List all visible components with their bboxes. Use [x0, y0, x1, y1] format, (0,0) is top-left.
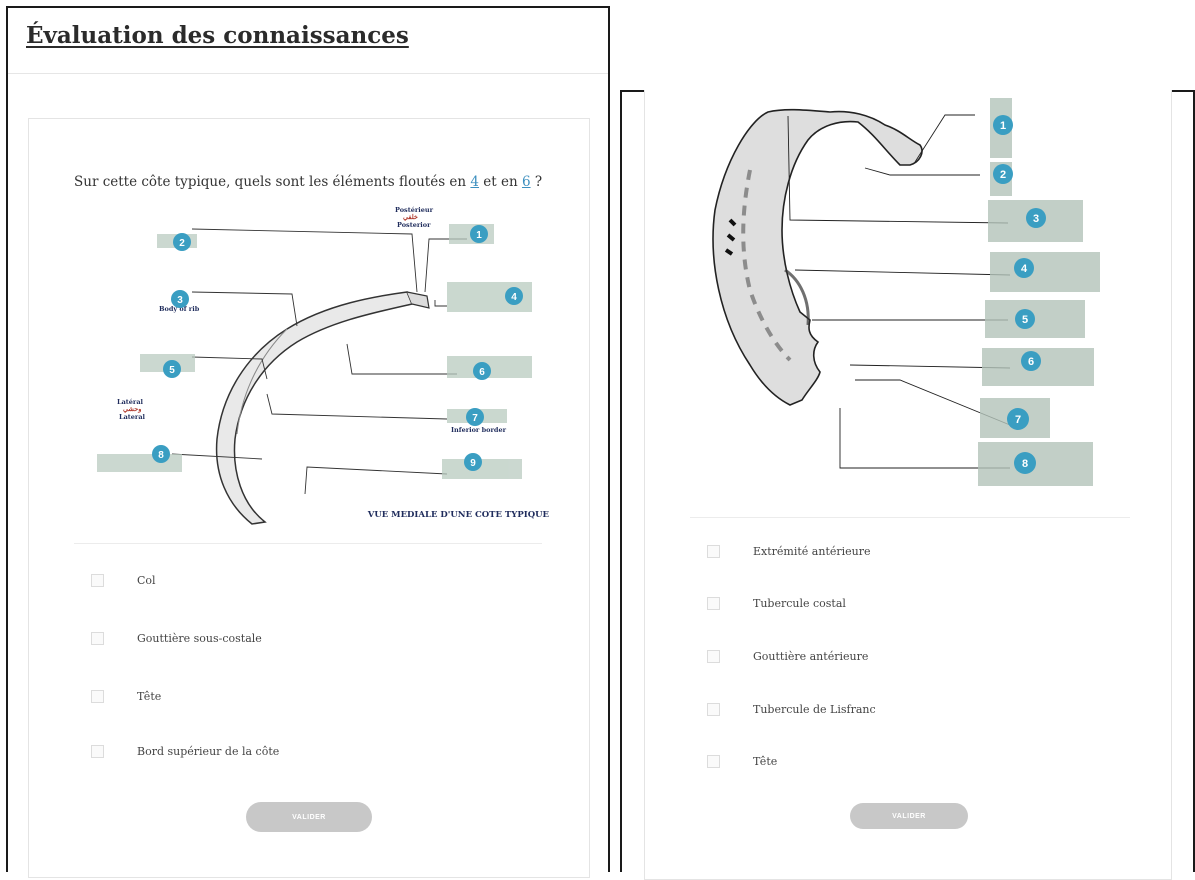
marker-group: 1 2 3 4 5 6 7 8 9 — [152, 225, 523, 471]
marker-3-label: 3 — [1033, 213, 1039, 225]
options-divider — [690, 517, 1130, 518]
option-label: Tête — [753, 755, 778, 768]
marker-8-label: 8 — [1022, 458, 1028, 470]
right-panel: 1 2 3 4 5 6 7 8 Extrémité antérieure Tub… — [620, 90, 1195, 880]
label-inferior-border: Inferior border — [451, 426, 507, 434]
option-checkbox[interactable] — [91, 574, 104, 587]
option-checkbox[interactable] — [707, 650, 720, 663]
marker-8-label: 8 — [158, 450, 164, 461]
rib-diagram-posterior-end: 1 2 3 4 5 6 7 8 — [712, 98, 1100, 486]
marker-2-label: 2 — [179, 238, 185, 249]
validate-button[interactable]: VALIDER — [850, 803, 968, 829]
marker-3-label: 3 — [177, 295, 183, 306]
question-text: Sur cette côte typique, quels sont les é… — [74, 174, 543, 190]
option-checkbox[interactable] — [707, 755, 720, 768]
header-divider — [8, 73, 608, 74]
option-label: Gouttière antérieure — [753, 650, 869, 663]
option-checkbox[interactable] — [91, 632, 104, 645]
option-tubercule-costal[interactable]: Tubercule costal — [707, 597, 846, 610]
option-gouttiere-anterieure[interactable]: Gouttière antérieure — [707, 650, 868, 663]
question-card-scrolled: 1 2 3 4 5 6 7 8 Extrémité antérieure Tub… — [644, 90, 1172, 880]
option-checkbox[interactable] — [707, 703, 720, 716]
marker-2-label: 2 — [1000, 169, 1006, 181]
option-label: Extrémité antérieure — [753, 545, 871, 558]
label-lateral-en: Lateral — [119, 413, 146, 421]
option-checkbox[interactable] — [91, 690, 104, 703]
option-checkbox[interactable] — [91, 745, 104, 758]
marker-7-label: 7 — [472, 413, 478, 424]
marker-4-label: 4 — [1021, 263, 1028, 275]
marker-1-label: 1 — [476, 230, 482, 241]
option-label: Tête — [137, 690, 162, 703]
option-label: Tubercule costal — [753, 597, 846, 610]
option-tete[interactable]: Tête — [707, 755, 777, 768]
question-card: Sur cette côte typique, quels sont les é… — [28, 118, 590, 878]
option-label: Gouttière sous-costale — [137, 632, 262, 645]
marker-5-label: 5 — [1022, 314, 1028, 326]
option-label: Col — [137, 574, 156, 587]
option-checkbox[interactable] — [707, 545, 720, 558]
question-ref-6[interactable]: 6 — [522, 174, 531, 190]
marker-6-label: 6 — [479, 367, 485, 378]
marker-7-label: 7 — [1015, 414, 1021, 426]
rib-illustration — [215, 291, 414, 525]
option-checkbox[interactable] — [707, 597, 720, 610]
marker-4-label: 4 — [511, 292, 517, 303]
marker-6-label: 6 — [1028, 356, 1034, 368]
option-extremite-anterieure[interactable]: Extrémité antérieure — [707, 545, 871, 558]
option-tubercule-lisfranc[interactable]: Tubercule de Lisfranc — [707, 703, 876, 716]
option-gouttiere-sous-costale[interactable]: Gouttière sous-costale — [91, 632, 262, 645]
option-tete[interactable]: Tête — [91, 690, 161, 703]
option-col[interactable]: Col — [91, 574, 156, 587]
marker-9-label: 9 — [470, 458, 476, 469]
validate-button[interactable]: VALIDER — [246, 802, 372, 832]
page-title: Évaluation des connaissances — [26, 22, 409, 49]
diagram-caption: VUE MEDIALE D'UNE COTE TYPIQUE — [367, 510, 550, 520]
rib-illustration — [712, 108, 923, 406]
left-panel: Évaluation des connaissances Sur cette c… — [6, 6, 610, 878]
label-posterior-en: Posterior — [397, 221, 431, 229]
marker-5-label: 5 — [169, 365, 175, 376]
option-label: Tubercule de Lisfranc — [753, 703, 876, 716]
option-label: Bord supérieur de la côte — [137, 745, 280, 758]
option-bord-superieur[interactable]: Bord supérieur de la côte — [91, 745, 279, 758]
rib-diagram-medial: Postérieur خلفي Posterior Body of rib La… — [97, 206, 550, 525]
marker-1-label: 1 — [1000, 120, 1006, 132]
question-ref-4[interactable]: 4 — [470, 174, 479, 190]
options-divider — [74, 543, 542, 544]
